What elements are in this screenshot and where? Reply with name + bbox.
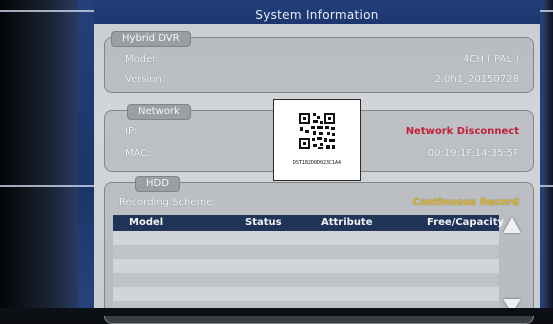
background-band bbox=[78, 0, 94, 316]
mac-label: MAC: bbox=[125, 148, 151, 159]
version-value: 2.0h1_20150728 bbox=[434, 74, 519, 85]
column-free-capacity: Free/Capacity bbox=[427, 217, 504, 228]
network-group-title: Network bbox=[127, 104, 191, 120]
dvr-group-title: Hybrid DVR bbox=[111, 31, 191, 47]
window-title: System Information bbox=[94, 0, 540, 24]
qr-serial-text: DST1B2D0D023C1A4 bbox=[292, 160, 342, 166]
column-attribute: Attribute bbox=[321, 217, 373, 228]
recording-scheme-label: Recording Scheme: bbox=[119, 197, 216, 208]
column-model: Model bbox=[129, 217, 164, 228]
table-row[interactable] bbox=[113, 273, 499, 288]
screen-bezel-left bbox=[0, 0, 80, 316]
mac-value: 00:19:1F:14:35:5F bbox=[427, 148, 519, 159]
model-value: 4CH ( PAL ) bbox=[462, 54, 519, 65]
scroll-up-arrow-icon[interactable] bbox=[503, 217, 521, 233]
model-label: Model: bbox=[125, 54, 159, 65]
table-row[interactable] bbox=[113, 231, 499, 246]
hdd-group-title: HDD bbox=[135, 176, 180, 192]
dvr-info-group: Hybrid DVR Model: 4CH ( PAL ) Version: 2… bbox=[104, 31, 534, 93]
screen-bezel-right bbox=[543, 0, 553, 316]
table-scrollbar bbox=[501, 215, 522, 313]
table-row[interactable] bbox=[113, 245, 499, 260]
version-label: Version: bbox=[125, 74, 166, 85]
network-status: Network Disconnect bbox=[405, 126, 519, 137]
table-row[interactable] bbox=[113, 287, 499, 302]
qr-code-overlay: DST1B2D0D023C1A4 bbox=[273, 99, 361, 181]
column-status: Status bbox=[245, 217, 282, 228]
screen-bezel-bottom bbox=[0, 308, 553, 316]
hdd-table: Model Status Attribute Free/Capacity bbox=[113, 215, 522, 313]
hdd-table-header: Model Status Attribute Free/Capacity bbox=[113, 215, 504, 231]
qr-code-icon bbox=[299, 113, 335, 149]
recording-scheme-value: Continuous Record bbox=[412, 197, 519, 208]
table-row[interactable] bbox=[113, 259, 499, 274]
ip-label: IP: bbox=[125, 126, 138, 137]
